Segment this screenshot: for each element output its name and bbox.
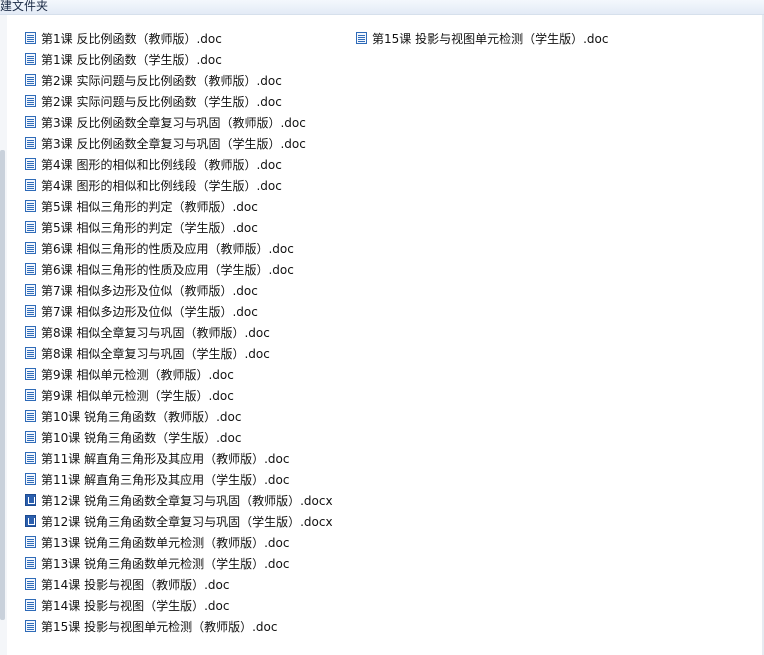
doc-file-icon — [25, 116, 36, 128]
file-name: 第9课 相似单元检测（教师版）.doc — [41, 367, 234, 382]
file-name: 第6课 相似三角形的性质及应用（学生版）.doc — [41, 262, 294, 277]
docx-file-icon — [25, 494, 36, 506]
file-item[interactable]: 第12课 锐角三角函数全章复习与巩固（学生版）.docx — [25, 511, 333, 531]
file-name: 第5课 相似三角形的判定（学生版）.doc — [41, 220, 258, 235]
doc-file-icon — [25, 389, 36, 401]
doc-file-icon — [25, 410, 36, 422]
file-name: 第1课 反比例函数（教师版）.doc — [41, 31, 222, 46]
doc-file-icon — [25, 347, 36, 359]
file-name: 第8课 相似全章复习与巩固（学生版）.doc — [41, 346, 270, 361]
doc-file-icon — [25, 74, 36, 86]
doc-file-icon — [25, 305, 36, 317]
doc-file-icon — [25, 137, 36, 149]
file-name: 第2课 实际问题与反比例函数（学生版）.doc — [41, 94, 282, 109]
file-item[interactable]: 第10课 锐角三角函数（教师版）.doc — [25, 406, 241, 426]
doc-file-icon — [25, 326, 36, 338]
file-item[interactable]: 第5课 相似三角形的判定（学生版）.doc — [25, 217, 258, 237]
file-item[interactable]: 第15课 投影与视图单元检测（学生版）.doc — [356, 28, 608, 48]
doc-file-icon — [25, 599, 36, 611]
file-item[interactable]: 第8课 相似全章复习与巩固（教师版）.doc — [25, 322, 270, 342]
file-name: 第15课 投影与视图单元检测（学生版）.doc — [372, 31, 609, 46]
doc-file-icon — [25, 158, 36, 170]
file-item[interactable]: 第2课 实际问题与反比例函数（教师版）.doc — [25, 70, 282, 90]
file-name: 第3课 反比例函数全章复习与巩固（教师版）.doc — [41, 115, 306, 130]
file-item[interactable]: 第4课 图形的相似和比例线段（学生版）.doc — [25, 175, 282, 195]
file-name: 第8课 相似全章复习与巩固（教师版）.doc — [41, 325, 270, 340]
file-name: 第4课 图形的相似和比例线段（学生版）.doc — [41, 178, 282, 193]
file-name: 第14课 投影与视图（教师版）.doc — [41, 577, 230, 592]
doc-file-icon — [25, 578, 36, 590]
docx-file-icon — [25, 515, 36, 527]
toolbar: 建文件夹 — [0, 0, 764, 15]
doc-file-icon — [25, 368, 36, 380]
file-item[interactable]: 第14课 投影与视图（教师版）.doc — [25, 574, 229, 594]
doc-file-icon — [25, 221, 36, 233]
file-item[interactable]: 第7课 相似多边形及位似（学生版）.doc — [25, 301, 258, 321]
doc-file-icon — [356, 32, 367, 44]
file-name: 第6课 相似三角形的性质及应用（教师版）.doc — [41, 241, 294, 256]
file-item[interactable]: 第9课 相似单元检测（学生版）.doc — [25, 385, 234, 405]
file-name: 第3课 反比例函数全章复习与巩固（学生版）.doc — [41, 136, 306, 151]
doc-file-icon — [25, 179, 36, 191]
file-name: 第9课 相似单元检测（学生版）.doc — [41, 388, 234, 403]
file-item[interactable]: 第1课 反比例函数（教师版）.doc — [25, 28, 222, 48]
file-name: 第10课 锐角三角函数（学生版）.doc — [41, 430, 242, 445]
file-name: 第12课 锐角三角函数全章复习与巩固（学生版）.docx — [41, 514, 333, 529]
doc-file-icon — [25, 242, 36, 254]
file-item[interactable]: 第3课 反比例函数全章复习与巩固（学生版）.doc — [25, 133, 306, 153]
doc-file-icon — [25, 473, 36, 485]
file-name: 第13课 锐角三角函数单元检测（教师版）.doc — [41, 535, 290, 550]
file-name: 第15课 投影与视图单元检测（教师版）.doc — [41, 619, 278, 634]
file-name: 第11课 解直角三角形及其应用（学生版）.doc — [41, 472, 290, 487]
doc-file-icon — [25, 452, 36, 464]
doc-file-icon — [25, 536, 36, 548]
file-item[interactable]: 第9课 相似单元检测（教师版）.doc — [25, 364, 234, 384]
new-folder-button[interactable]: 建文件夹 — [0, 0, 48, 14]
file-item[interactable]: 第11课 解直角三角形及其应用（学生版）.doc — [25, 469, 289, 489]
file-item[interactable]: 第12课 锐角三角函数全章复习与巩固（教师版）.docx — [25, 490, 333, 510]
file-name: 第7课 相似多边形及位似（学生版）.doc — [41, 304, 258, 319]
navigation-scrollbar[interactable] — [0, 150, 5, 620]
file-item[interactable]: 第15课 投影与视图单元检测（教师版）.doc — [25, 616, 277, 636]
file-item[interactable]: 第5课 相似三角形的判定（教师版）.doc — [25, 196, 258, 216]
file-name: 第14课 投影与视图（学生版）.doc — [41, 598, 230, 613]
file-item[interactable]: 第8课 相似全章复习与巩固（学生版）.doc — [25, 343, 270, 363]
doc-file-icon — [25, 620, 36, 632]
doc-file-icon — [25, 557, 36, 569]
file-name: 第4课 图形的相似和比例线段（教师版）.doc — [41, 157, 282, 172]
file-name: 第1课 反比例函数（学生版）.doc — [41, 52, 222, 67]
file-item[interactable]: 第7课 相似多边形及位似（教师版）.doc — [25, 280, 258, 300]
file-item[interactable]: 第14课 投影与视图（学生版）.doc — [25, 595, 229, 615]
file-item[interactable]: 第11课 解直角三角形及其应用（教师版）.doc — [25, 448, 289, 468]
doc-file-icon — [25, 32, 36, 44]
file-item[interactable]: 第13课 锐角三角函数单元检测（学生版）.doc — [25, 553, 289, 573]
file-name: 第10课 锐角三角函数（教师版）.doc — [41, 409, 242, 424]
file-item[interactable]: 第4课 图形的相似和比例线段（教师版）.doc — [25, 154, 282, 174]
file-name: 第7课 相似多边形及位似（教师版）.doc — [41, 283, 258, 298]
file-name: 第13课 锐角三角函数单元检测（学生版）.doc — [41, 556, 290, 571]
doc-file-icon — [25, 263, 36, 275]
file-name: 第2课 实际问题与反比例函数（教师版）.doc — [41, 73, 282, 88]
doc-file-icon — [25, 53, 36, 65]
file-item[interactable]: 第3课 反比例函数全章复习与巩固（教师版）.doc — [25, 112, 306, 132]
file-name: 第11课 解直角三角形及其应用（教师版）.doc — [41, 451, 290, 466]
doc-file-icon — [25, 200, 36, 212]
doc-file-icon — [25, 284, 36, 296]
file-item[interactable]: 第10课 锐角三角函数（学生版）.doc — [25, 427, 241, 447]
file-name: 第5课 相似三角形的判定（教师版）.doc — [41, 199, 258, 214]
file-item[interactable]: 第6课 相似三角形的性质及应用（学生版）.doc — [25, 259, 294, 279]
file-item[interactable]: 第2课 实际问题与反比例函数（学生版）.doc — [25, 91, 282, 111]
file-item[interactable]: 第13课 锐角三角函数单元检测（教师版）.doc — [25, 532, 289, 552]
doc-file-icon — [25, 431, 36, 443]
file-name: 第12课 锐角三角函数全章复习与巩固（教师版）.docx — [41, 493, 333, 508]
doc-file-icon — [25, 95, 36, 107]
file-item[interactable]: 第6课 相似三角形的性质及应用（教师版）.doc — [25, 238, 294, 258]
file-item[interactable]: 第1课 反比例函数（学生版）.doc — [25, 49, 222, 69]
